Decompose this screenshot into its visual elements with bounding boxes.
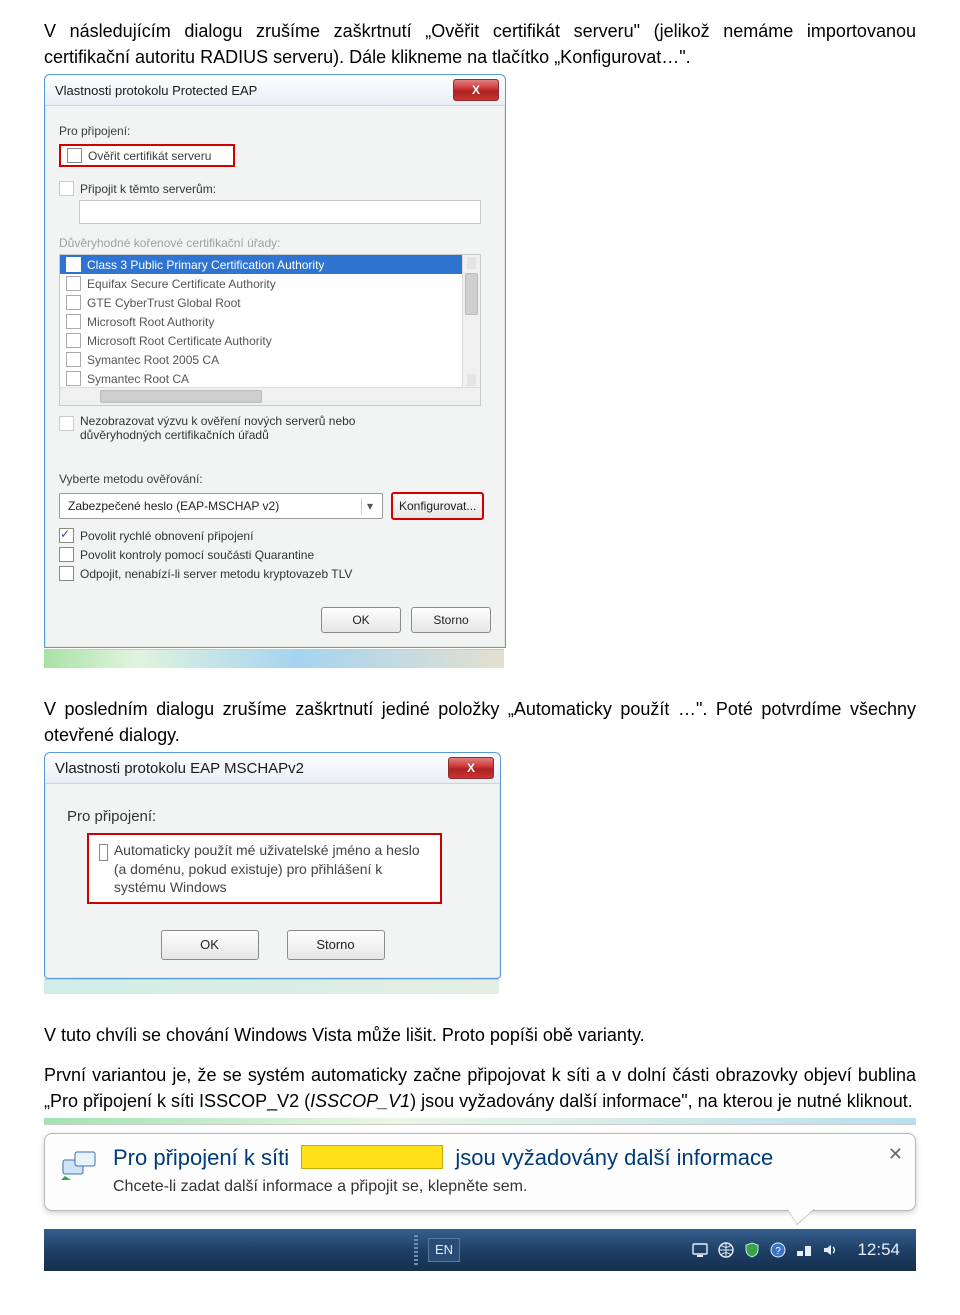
noprompt-label: Nezobrazovat výzvu k ověření nových serv… [80,414,355,442]
ca-row[interactable]: Equifax Secure Certificate Authority [60,274,480,293]
network-toast[interactable]: Pro připojení k síti jsou vyžadovány dal… [44,1133,916,1211]
desktop-strip [44,649,504,668]
tlv-row[interactable]: Odpojit, nenabízí-li server metodu krypt… [59,566,491,581]
ca-checkbox[interactable] [66,276,81,291]
trusted-ca-list[interactable]: Class 3 Public Primary Certification Aut… [59,254,481,406]
verify-cert-checkbox-highlight: Ověřit certifikát serveru [59,144,235,167]
network-icon [59,1144,99,1184]
ca-checkbox[interactable] [66,333,81,348]
intro-paragraph-4: První variantou je, že se systém automat… [44,1062,916,1114]
trusted-ca-label: Důvěryhodné kořenové certifikační úřady: [59,236,491,250]
svg-text:?: ? [776,1246,782,1257]
redacted-ssid [301,1145,443,1169]
desktop-strip-top [44,1118,916,1125]
tray-network-icon[interactable] [795,1241,813,1259]
taskbar-clock[interactable]: 12:54 [857,1240,900,1260]
tray-pc-icon[interactable] [691,1241,709,1259]
system-tray[interactable]: ? 12:54 [691,1240,900,1260]
quarantine-label: Povolit kontroly pomocí součásti Quarant… [80,548,314,562]
toast-title: Pro připojení k síti jsou vyžadovány dal… [113,1144,773,1172]
ca-row[interactable]: Symantec Root CA [60,369,480,387]
connect-to-row: Připojit k těmto serverům: [59,181,491,196]
auto-credentials-checkbox[interactable] [99,844,108,861]
connect-to-input[interactable] [79,200,481,224]
cancel-button[interactable]: Storno [287,930,385,960]
fast-reconnect-label: Povolit rychlé obnovení připojení [80,529,253,543]
close-icon[interactable]: X [448,757,494,779]
tray-globe-icon[interactable] [717,1241,735,1259]
auth-method-label: Vyberte metodu ověřování: [59,472,491,486]
intro-paragraph-2: V posledním dialogu zrušíme zaškrtnutí j… [44,696,916,748]
ca-checkbox[interactable] [66,314,81,329]
verify-cert-checkbox[interactable] [67,148,82,163]
connect-to-checkbox[interactable] [59,181,74,196]
language-indicator[interactable]: EN [428,1238,460,1262]
ca-checkbox[interactable] [66,352,81,367]
toast-subtitle: Chcete-li zadat další informace a připoj… [113,1178,773,1196]
tlv-label: Odpojit, nenabízí-li server metodu krypt… [80,567,352,581]
mschap-titlebar[interactable]: Vlastnosti protokolu EAP MSCHAPv2 X [45,753,500,784]
taskbar[interactable]: EN ? 12:54 [44,1229,916,1271]
ca-row[interactable]: Symantec Root 2005 CA [60,350,480,369]
close-icon[interactable]: ✕ [888,1144,903,1165]
verify-cert-label: Ověřit certifikát serveru [88,149,211,163]
peap-pro-label: Pro připojení: [59,124,491,138]
noprompt-checkbox[interactable] [59,416,74,431]
taskbar-separator [414,1235,418,1265]
ca-checkbox[interactable] [66,295,81,310]
mschap-dialog: Vlastnosti protokolu EAP MSCHAPv2 X Pro … [44,752,501,979]
ca-checkbox[interactable] [66,257,81,272]
ca-checkbox[interactable] [66,371,81,386]
tray-help-icon[interactable]: ? [769,1241,787,1259]
intro-paragraph-3: V tuto chvíli se chování Windows Vista m… [44,1022,916,1048]
tray-shield-icon[interactable] [743,1241,761,1259]
ca-row[interactable]: Class 3 Public Primary Certification Aut… [60,255,480,274]
ok-button[interactable]: OK [161,930,259,960]
ca-row[interactable]: Microsoft Root Authority [60,312,480,331]
chevron-down-icon: ▾ [361,498,378,514]
connect-to-label: Připojit k těmto serverům: [80,182,216,196]
ca-row[interactable]: Microsoft Root Certificate Authority [60,331,480,350]
peap-titlebar[interactable]: Vlastnosti protokolu Protected EAP X [45,75,505,106]
mschap-pro-label: Pro připojení: [67,808,482,825]
quarantine-checkbox[interactable] [59,547,74,562]
mschap-title: Vlastnosti protokolu EAP MSCHAPv2 [55,760,304,777]
tlv-checkbox[interactable] [59,566,74,581]
configure-button[interactable]: Konfigurovat... [391,492,484,520]
intro-paragraph-1: V následujícím dialogu zrušíme zaškrtnut… [44,18,916,70]
list-horizontal-scrollbar[interactable] [60,387,480,405]
fast-reconnect-checkbox[interactable] [59,528,74,543]
noprompt-row: Nezobrazovat výzvu k ověření nových serv… [59,414,491,442]
close-icon[interactable]: X [453,79,499,101]
desktop-strip [44,979,499,994]
auto-credentials-highlight: Automaticky použít mé uživatelské jméno … [87,833,442,904]
cancel-button[interactable]: Storno [411,607,491,633]
list-vertical-scrollbar[interactable] [462,255,480,388]
fast-reconnect-row[interactable]: Povolit rychlé obnovení připojení [59,528,491,543]
tray-volume-icon[interactable] [821,1241,839,1259]
quarantine-row[interactable]: Povolit kontroly pomocí součásti Quarant… [59,547,491,562]
ca-row[interactable]: GTE CyberTrust Global Root [60,293,480,312]
auth-method-value: Zabezpečené heslo (EAP-MSCHAP v2) [68,499,279,513]
ok-button[interactable]: OK [321,607,401,633]
auto-credentials-label: Automaticky použít mé uživatelské jméno … [114,841,430,896]
peap-title: Vlastnosti protokolu Protected EAP [55,83,257,98]
auth-method-select[interactable]: Zabezpečené heslo (EAP-MSCHAP v2) ▾ [59,493,383,519]
peap-dialog: Vlastnosti protokolu Protected EAP X Pro… [44,74,506,648]
